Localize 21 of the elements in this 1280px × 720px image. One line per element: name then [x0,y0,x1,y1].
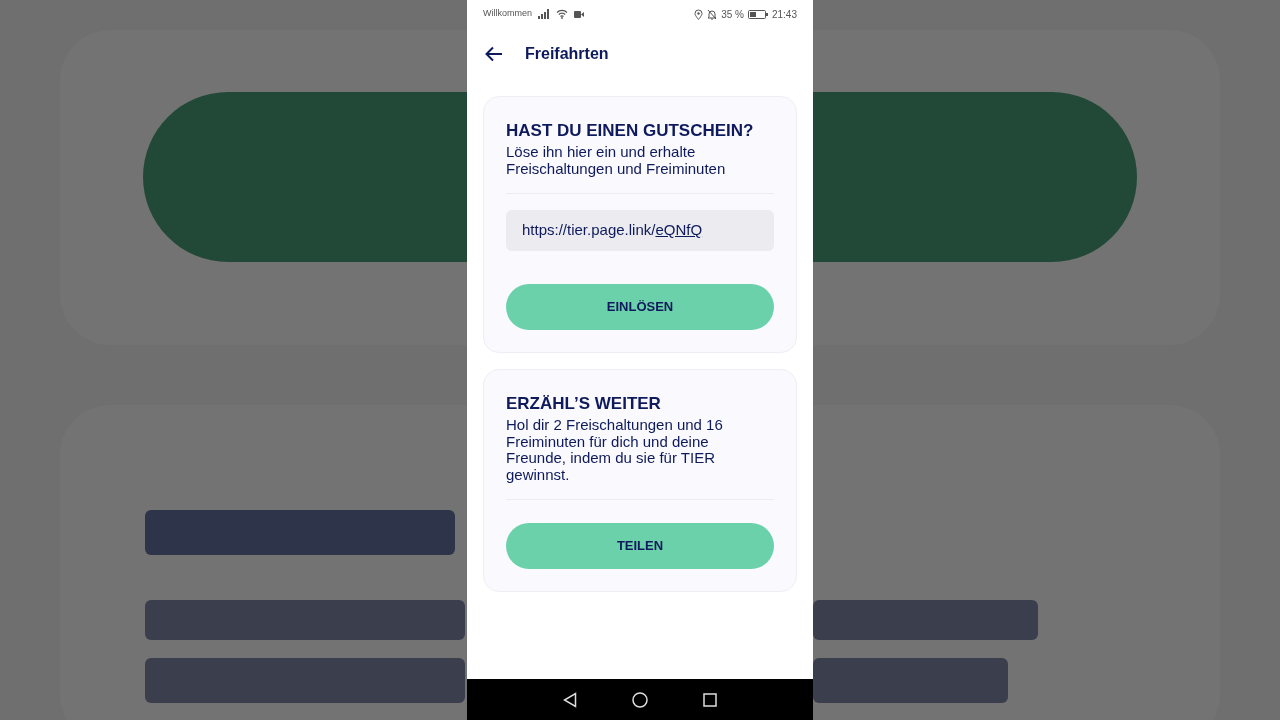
back-nav-icon[interactable] [563,691,577,708]
battery-percent: 35 % [721,7,744,22]
card-text: Löse ihn hier ein und erhalte Freischaltungen und Freiminuten [506,144,727,177]
card-title: ERZÄHL’S WEITER [506,394,662,414]
home-nav-icon[interactable] [632,691,648,708]
carrier-label: Willkommen [483,7,532,21]
card-text: Hol dir 2 Freischaltungen und 16 Freiminuten für dich und deine Freunde, indem du sie für TIER gewinnst. [506,417,724,483]
battery-icon [747,9,768,19]
card-title: HAST DU EINEN GUTSCHEIN? [506,121,755,141]
page-title: Freifahrten [525,44,609,64]
signal-icon [538,9,550,19]
location-icon [694,8,704,20]
bell-off-icon [707,8,718,20]
video-camera-icon [574,10,584,18]
back-button[interactable] [484,44,504,64]
clock-time: 21:43 [771,7,797,22]
link-field[interactable]: https://tier.page.link/eQNfQ [506,210,774,251]
wifi-icon [556,9,568,19]
recents-nav-icon[interactable] [703,692,717,707]
redeem-button[interactable]: EINLÖSEN [506,284,774,330]
share-button[interactable]: TEILEN [506,523,774,569]
